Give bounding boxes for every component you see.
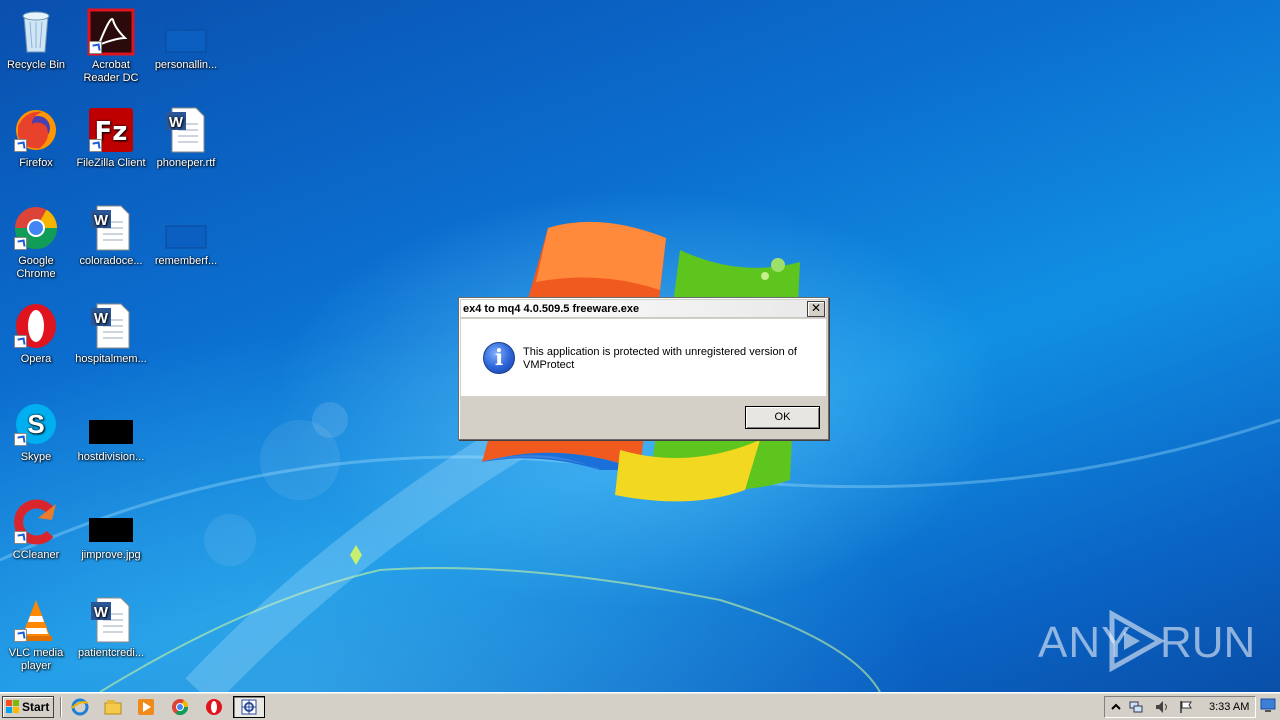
dialog-title-bar[interactable]: ex4 to mq4 4.0.509.5 freeware.exe ✕: [461, 300, 826, 318]
desktop-icon-rememberf[interactable]: rememberf...: [148, 204, 224, 268]
ie-icon[interactable]: [71, 698, 89, 716]
desktop-icon-vlc[interactable]: VLC media player: [0, 596, 74, 673]
chrome-icon[interactable]: [171, 698, 189, 716]
acrobat-icon: [87, 8, 135, 56]
desktop-icon-label: CCleaner: [12, 549, 60, 561]
desktop-icon-label: phoneper.rtf: [156, 157, 216, 169]
desktop-icon-label: Opera: [20, 353, 52, 365]
desktop-icon-hospitalmem[interactable]: W hospitalmem...: [73, 302, 149, 366]
explorer-icon[interactable]: [104, 698, 122, 716]
desktop-icon-label: jimprove.jpg: [81, 549, 141, 561]
windows-flag-icon: [6, 700, 19, 713]
shortcut-arrow-icon: [14, 335, 27, 348]
taskbar-active-app-button[interactable]: [233, 696, 265, 718]
shortcut-arrow-icon: [14, 139, 27, 152]
desktop-icon-label: hospitalmem...: [75, 353, 147, 365]
message-dialog: ex4 to mq4 4.0.509.5 freeware.exe ✕ i Th…: [458, 297, 829, 440]
shortcut-arrow-icon: [89, 139, 102, 152]
desktop-icon-label: patientcredi...: [77, 647, 145, 659]
close-button[interactable]: ✕: [807, 301, 825, 317]
network-icon[interactable]: [1129, 700, 1143, 714]
desktop-icon-label: hostdivision...: [77, 451, 145, 463]
svg-text:W: W: [94, 604, 109, 621]
desktop-icon-hostdivision[interactable]: hostdivision...: [73, 400, 149, 464]
vlc-icon: [12, 596, 60, 644]
volume-icon[interactable]: [1155, 700, 1169, 714]
image-file-icon: [87, 498, 135, 546]
shortcut-arrow-icon: [14, 433, 27, 446]
desktop-icon-label: personallin...: [154, 59, 218, 71]
file-icon: [162, 204, 210, 252]
desktop-icon-coloradoce[interactable]: W coloradoce...: [73, 204, 149, 268]
word-doc-icon: W: [87, 302, 135, 350]
taskbar-separator: [60, 697, 62, 717]
shortcut-arrow-icon: [14, 531, 27, 544]
desktop-icon-acrobat[interactable]: Acrobat Reader DC: [73, 8, 149, 85]
desktop-icon-label: Skype: [20, 451, 52, 463]
file-icon: [162, 8, 210, 56]
skype-icon: S: [12, 400, 60, 448]
desktop-icon-ccleaner[interactable]: CCleaner: [0, 498, 74, 562]
desktop-icon-filezilla[interactable]: Fz FileZilla Client: [73, 106, 149, 170]
start-label: Start: [22, 700, 50, 714]
filezilla-icon: Fz: [87, 106, 135, 154]
word-doc-icon: W: [162, 106, 210, 154]
shortcut-arrow-icon: [14, 237, 27, 250]
media-player-icon[interactable]: [137, 698, 155, 716]
application-icon: [241, 699, 257, 715]
desktop-icon-label: VLC media player: [8, 647, 64, 672]
desktop-icon-skype[interactable]: S Skype: [0, 400, 74, 464]
ccleaner-icon: [12, 498, 60, 546]
clock[interactable]: 3:33 AM: [1209, 701, 1249, 713]
action-center-flag-icon[interactable]: [1179, 700, 1193, 714]
opera-icon: [12, 302, 60, 350]
svg-text:W: W: [94, 212, 109, 229]
dialog-message: This application is protected with unreg…: [523, 346, 797, 371]
svg-text:S: S: [27, 409, 44, 439]
desktop-icon-firefox[interactable]: Firefox: [0, 106, 74, 170]
shortcut-arrow-icon: [89, 41, 102, 54]
recycle-bin-icon: [12, 8, 60, 56]
svg-text:W: W: [169, 114, 184, 131]
firefox-icon: [12, 106, 60, 154]
dialog-title: ex4 to mq4 4.0.509.5 freeware.exe: [463, 303, 640, 315]
info-icon: i: [483, 342, 515, 374]
desktop-icon-label: Recycle Bin: [6, 59, 66, 71]
desktop-icon-patientcredi[interactable]: W patientcredi...: [73, 596, 149, 660]
dialog-body: i This application is protected with unr…: [461, 319, 826, 396]
shortcut-arrow-icon: [14, 629, 27, 642]
desktop-icon-label: FileZilla Client: [76, 157, 146, 169]
play-logo-icon: [1109, 610, 1166, 672]
desktop-icon-label: Acrobat Reader DC: [83, 59, 139, 84]
word-doc-icon: W: [87, 204, 135, 252]
desktop: Recycle Bin Firefox Google Chrome Opera …: [0, 0, 1280, 692]
taskbar: Start 3:33 AM: [0, 692, 1280, 720]
desktop-icon-label: Google Chrome: [16, 255, 56, 280]
svg-text:W: W: [94, 310, 109, 327]
desktop-icon-google-chrome[interactable]: Google Chrome: [0, 204, 74, 281]
ok-button[interactable]: OK: [745, 406, 820, 429]
word-doc-icon: W: [87, 596, 135, 644]
start-button[interactable]: Start: [2, 696, 54, 718]
show-desktop-icon[interactable]: [1260, 697, 1276, 713]
system-tray: 3:33 AM: [1104, 696, 1256, 718]
desktop-icon-label: rememberf...: [154, 255, 218, 267]
desktop-icon-jimprove[interactable]: jimprove.jpg: [73, 498, 149, 562]
watermark-text-right: RUN: [1160, 618, 1256, 667]
chrome-icon: [12, 204, 60, 252]
desktop-icon-opera[interactable]: Opera: [0, 302, 74, 366]
desktop-icon-personallin[interactable]: personallin...: [148, 8, 224, 72]
desktop-icon-recycle-bin[interactable]: Recycle Bin: [0, 8, 74, 72]
desktop-icon-label: Firefox: [19, 157, 53, 169]
image-file-icon: [87, 400, 135, 448]
show-hidden-icon[interactable]: [1109, 700, 1123, 714]
desktop-icon-phoneper[interactable]: W phoneper.rtf: [148, 106, 224, 170]
desktop-icon-label: coloradoce...: [79, 255, 143, 267]
anyrun-watermark: ANY RUN: [1038, 610, 1255, 672]
opera-icon[interactable]: [205, 698, 223, 716]
